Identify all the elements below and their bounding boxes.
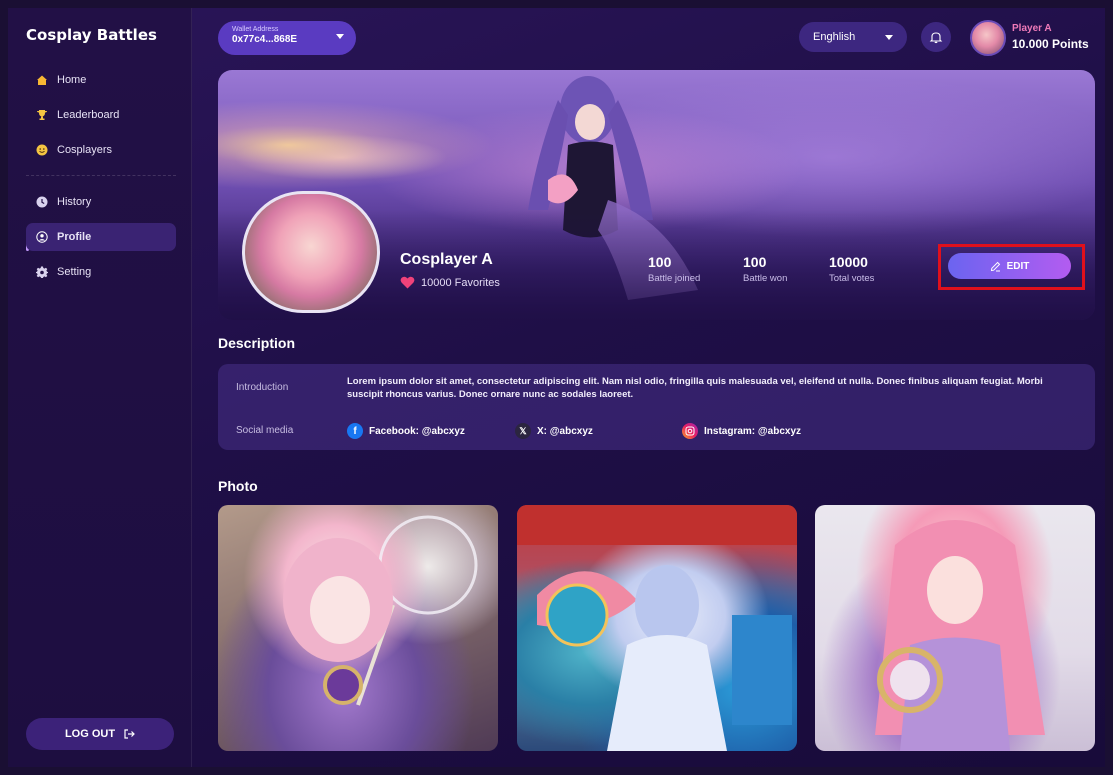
sidebar-item-cosplayers[interactable]: Cosplayers bbox=[26, 136, 176, 164]
facebook-handle: Facebook: @abcxyz bbox=[369, 425, 465, 437]
bell-icon bbox=[929, 32, 943, 44]
sidebar-item-setting[interactable]: Setting bbox=[26, 258, 176, 286]
edit-label: EDIT bbox=[1006, 260, 1030, 272]
sidebar-divider bbox=[26, 175, 176, 176]
stat-label: Battle won bbox=[743, 273, 788, 284]
description-title: Description bbox=[218, 335, 296, 351]
cosplay-photo-2 bbox=[517, 505, 797, 751]
introduction-text: Lorem ipsum dolor sit amet, consectetur … bbox=[347, 376, 1043, 400]
photo-title: Photo bbox=[218, 478, 258, 494]
instagram-handle: Instagram: @abcxyz bbox=[704, 425, 802, 437]
home-icon bbox=[37, 75, 47, 85]
user-avatar[interactable] bbox=[970, 20, 1006, 56]
cosplayer-name: Cosplayer A bbox=[400, 251, 493, 268]
heart-icon bbox=[400, 276, 415, 289]
gear-icon bbox=[36, 266, 48, 278]
logout-button[interactable]: LOG OUT bbox=[26, 718, 174, 750]
social-instagram[interactable]: Instagram: @abcxyz bbox=[682, 423, 801, 439]
sidebar-item-label: Profile bbox=[57, 231, 92, 243]
app-logo: Cosplay Battles bbox=[26, 26, 157, 44]
sidebar-item-label: Home bbox=[57, 74, 87, 86]
sidebar-item-label: Setting bbox=[57, 266, 92, 278]
cosplay-photo-1 bbox=[283, 515, 478, 706]
instagram-icon bbox=[682, 423, 698, 439]
profile-icon bbox=[36, 231, 48, 243]
edit-profile-button[interactable]: EDIT bbox=[948, 253, 1071, 279]
language-value: Enghlish bbox=[813, 31, 856, 43]
sidebar: Cosplay Battles Home Leaderboard Cosplay… bbox=[8, 8, 192, 767]
facebook-icon: f bbox=[347, 423, 363, 439]
stat-value: 100 bbox=[648, 254, 672, 270]
social-facebook[interactable]: f Facebook: @abcxyz bbox=[347, 423, 465, 439]
pencil-icon bbox=[990, 261, 1000, 271]
social-media-label: Social media bbox=[236, 425, 294, 436]
stat-battle-joined: 100 Battle joined bbox=[648, 254, 700, 284]
app-window: Cosplay Battles Home Leaderboard Cosplay… bbox=[8, 8, 1105, 767]
wallet-selector[interactable]: Wallet Address 0x77c4...868E bbox=[218, 21, 356, 55]
favorites-text: 10000 Favorites bbox=[421, 276, 500, 289]
user-name: Player A bbox=[1012, 23, 1052, 34]
description-panel: Introduction Lorem ipsum dolor sit amet,… bbox=[218, 364, 1095, 450]
cosplay-photo-3 bbox=[875, 520, 1045, 751]
clock-icon bbox=[36, 196, 48, 208]
chevron-down-icon bbox=[336, 34, 344, 39]
stat-value: 100 bbox=[743, 254, 767, 270]
stat-label: Total votes bbox=[829, 273, 875, 284]
introduction-label: Introduction bbox=[236, 382, 289, 393]
logout-label: LOG OUT bbox=[64, 728, 116, 740]
sidebar-item-label: History bbox=[57, 196, 92, 208]
sidebar-item-home[interactable]: Home bbox=[26, 66, 176, 94]
social-x[interactable]: 𝕏 X: @abcxyz bbox=[515, 423, 593, 439]
sidebar-item-leaderboard[interactable]: Leaderboard bbox=[26, 101, 176, 129]
photo-item[interactable] bbox=[218, 505, 498, 751]
stat-total-votes: 10000 Total votes bbox=[829, 254, 874, 284]
sidebar-item-label: Leaderboard bbox=[57, 109, 120, 121]
language-select[interactable]: Enghlish bbox=[799, 22, 907, 52]
x-icon: 𝕏 bbox=[515, 423, 531, 439]
x-handle: X: @abcxyz bbox=[537, 425, 593, 437]
wallet-address: 0x77c4...868E bbox=[232, 34, 298, 45]
sidebar-item-history[interactable]: History bbox=[26, 188, 176, 216]
photo-item[interactable] bbox=[517, 505, 797, 751]
wallet-label: Wallet Address bbox=[232, 26, 279, 33]
smiley-icon bbox=[36, 144, 48, 156]
notification-button[interactable] bbox=[921, 22, 951, 52]
trophy-icon bbox=[37, 110, 47, 120]
favorites-count: 10000 Favorites bbox=[400, 276, 500, 289]
user-points: 10.000 Points bbox=[1012, 37, 1089, 51]
stat-label: Battle joined bbox=[648, 273, 701, 284]
stat-value: 10000 bbox=[829, 254, 868, 270]
chevron-down-icon bbox=[885, 35, 893, 40]
photo-item[interactable] bbox=[815, 505, 1095, 751]
sidebar-item-label: Cosplayers bbox=[57, 144, 113, 156]
sidebar-item-profile[interactable]: Profile bbox=[26, 223, 176, 251]
profile-avatar bbox=[242, 191, 380, 313]
logout-icon bbox=[124, 729, 135, 739]
stat-battle-won: 100 Battle won bbox=[743, 254, 787, 284]
